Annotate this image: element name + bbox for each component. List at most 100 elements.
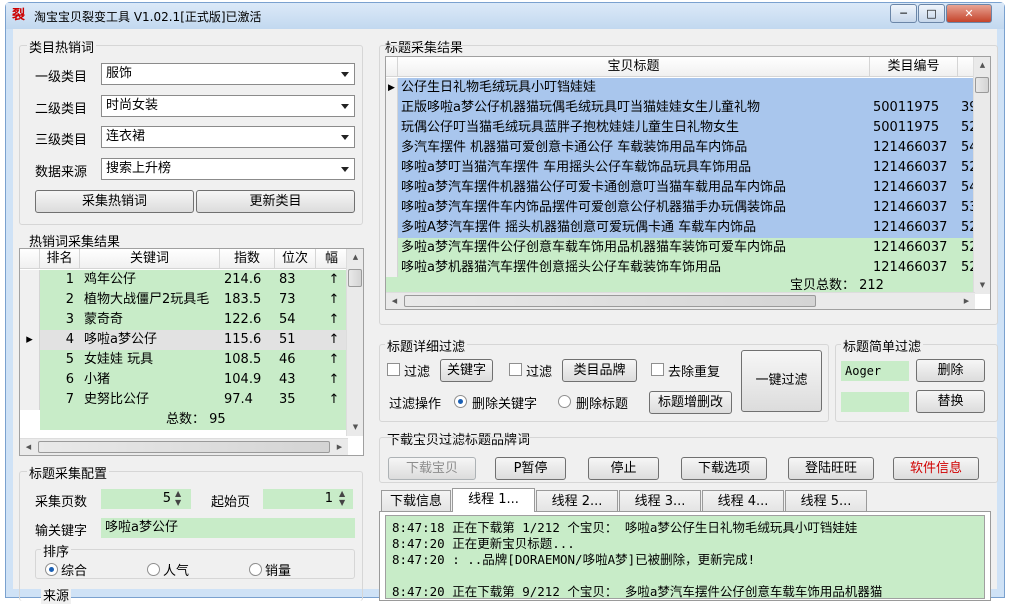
trend-up-icon: ↑ <box>328 392 340 407</box>
download-items-button[interactable]: 下载宝贝 <box>388 457 476 480</box>
col-change[interactable]: 幅 <box>316 249 348 269</box>
filter-brand-checkbox[interactable] <box>509 363 522 376</box>
col-title[interactable]: 宝贝标题 <box>398 57 870 77</box>
scroll-right-icon[interactable]: ▶ <box>331 439 348 455</box>
result-row[interactable]: ▶ 公仔生日礼物毛绒玩具小叮铛娃娃 <box>386 78 975 98</box>
hotword-rank: 4 <box>65 332 74 347</box>
source-title: 来源 <box>41 585 72 604</box>
category-brand-button[interactable]: 类目品牌 <box>562 359 637 382</box>
col-position[interactable]: 位次 <box>275 249 316 269</box>
pause-button[interactable]: P暂停 <box>495 457 566 480</box>
delete-keyword-radio[interactable] <box>454 395 467 408</box>
scroll-down-icon[interactable]: ▼ <box>347 419 363 436</box>
level3-label: 三级类目 <box>35 133 88 148</box>
hotword-row[interactable]: 5 女娃娃 玩具 108.5 46 ↑ <box>20 350 348 370</box>
results-vscroll[interactable]: ▲ ▼ <box>973 57 990 294</box>
software-info-button[interactable]: 软件信息 <box>893 457 979 480</box>
dedup-label: 去除重复 <box>668 365 721 380</box>
close-button[interactable]: ✕ <box>946 4 992 23</box>
start-spinner-icon[interactable]: ▲ ▼ <box>339 489 345 507</box>
hotword-index: 108.5 <box>224 352 262 367</box>
scroll-thumb[interactable] <box>38 441 330 453</box>
scroll-thumb[interactable] <box>975 77 989 93</box>
level3-select[interactable]: 连衣裙 <box>101 126 355 148</box>
trend-up-icon: ↑ <box>328 332 340 347</box>
detail-filter-title: 标题详细过滤 <box>385 336 468 355</box>
pages-label: 采集页数 <box>35 495 88 510</box>
keyword-input[interactable]: 哆啦a梦公仔 <box>101 518 355 538</box>
hotword-row[interactable]: 6 小猪 104.9 43 ↑ <box>20 370 348 390</box>
col-index[interactable]: 指数 <box>220 249 275 269</box>
hotword-row[interactable]: ▸ 4 哆啦a梦公仔 115.6 51 ↑ <box>20 330 348 350</box>
tab-thread-1[interactable]: 线程 1... <box>452 488 535 512</box>
tab-thread-4[interactable]: 线程 4... <box>702 490 784 512</box>
results-table[interactable]: 宝贝标题 类目编号 ▶ 公仔生日礼物毛绒玩具小叮铛娃娃 正版哆啦a梦公仔机器猫玩偶毛… <box>385 56 991 310</box>
sort-composite-radio[interactable] <box>45 563 58 576</box>
simple-filter-input-1[interactable]: Aoger <box>841 361 909 381</box>
result-row[interactable]: 哆啦a梦叮当猫汽车摆件 车用摇头公仔车载饰品玩具车饰用品12146603752 <box>386 158 975 178</box>
hotword-row[interactable]: 7 史努比公仔 97.4 35 ↑ <box>20 390 348 410</box>
level2-select[interactable]: 时尚女装 <box>101 95 355 117</box>
scroll-right-icon[interactable]: ▶ <box>958 293 975 309</box>
simple-filter-title: 标题简单过滤 <box>841 336 924 355</box>
result-row[interactable]: 哆啦a梦汽车摆件机器猫公仔可爱卡通创意叮当猫车载用品车内饰品 121466037 5… <box>386 178 975 198</box>
result-title: 公仔生日礼物毛绒玩具小叮铛娃娃 <box>401 80 597 95</box>
tab-thread-5[interactable]: 线程 5... <box>785 490 867 512</box>
minimize-button[interactable]: ─ <box>890 4 917 23</box>
hotwords-table[interactable]: 排名 关键词 指数 位次 幅 1 鸡年公仔 214.6 83 ↑ 2 植物大战僵尸2玩具毛 1… <box>19 248 364 456</box>
level1-select[interactable]: 服饰 <box>101 63 355 85</box>
thread-log[interactable]: 8:47:18 正在下载第 1/212 个宝贝： 哆啦a梦公仔生日礼物毛绒玩具小… <box>385 515 985 599</box>
delete-title-radio[interactable] <box>558 395 571 408</box>
source-select[interactable]: 搜索上升榜 <box>101 158 355 180</box>
result-row[interactable]: 哆啦a梦机器猫汽车摆件创意摇头公仔车载装饰车饰用品12146603752 <box>386 258 975 278</box>
hotword-position: 43 <box>279 372 296 387</box>
dedup-checkbox[interactable] <box>651 363 664 376</box>
result-row[interactable]: 多啦A梦汽车摆件 摇头机器猫创意可爱玩偶卡通 车载车内饰品12146603752 <box>386 218 975 238</box>
hotwords-hscroll[interactable]: ◀ ▶ <box>20 438 348 455</box>
download-options-button[interactable]: 下载选项 <box>681 457 767 480</box>
hotwords-header: 排名 关键词 指数 位次 幅 <box>20 249 363 269</box>
result-row[interactable]: 多汽车摆件 机器猫可爱创意卡通公仔 车载装饰用品车内饰品12146603754 <box>386 138 975 158</box>
level1-label: 一级类目 <box>35 70 88 85</box>
hotword-row[interactable]: 3 蒙奇奇 122.6 54 ↑ <box>20 310 348 330</box>
pages-spinner-icon[interactable]: ▲ ▼ <box>175 489 181 507</box>
col-rank[interactable]: 排名 <box>40 249 80 269</box>
replace-button[interactable]: 替换 <box>916 390 985 413</box>
sort-sales-radio[interactable] <box>249 563 262 576</box>
hotword-row[interactable]: 2 植物大战僵尸2玩具毛 183.5 73 ↑ <box>20 290 348 310</box>
keyword-button[interactable]: 关键字 <box>440 359 493 382</box>
scroll-left-icon[interactable]: ◀ <box>20 439 37 455</box>
hotword-row[interactable]: 1 鸡年公仔 214.6 83 ↑ <box>20 270 348 290</box>
col-catid[interactable]: 类目编号 <box>870 57 958 77</box>
stop-button[interactable]: 停止 <box>588 457 659 480</box>
hotwords-vscroll[interactable]: ▲ ▼ <box>346 249 363 436</box>
row-indicator <box>386 138 398 158</box>
delete-button[interactable]: 删除 <box>916 359 985 382</box>
corner-cell <box>386 57 398 77</box>
filter-brand-label: 过滤 <box>526 365 553 380</box>
collect-hotwords-button[interactable]: 采集热销词 <box>35 190 194 213</box>
one-key-filter-button[interactable]: 一键过滤 <box>741 350 822 412</box>
login-wangwang-button[interactable]: 登陆旺旺 <box>788 457 874 480</box>
tab-thread-2[interactable]: 线程 2... <box>536 490 618 512</box>
scroll-thumb[interactable] <box>348 269 362 287</box>
result-row[interactable]: 哆啦a梦汽车摆件车内饰品摆件可爱创意公仔机器猫手办玩偶装饰品 121466037 5… <box>386 198 975 218</box>
title-edit-button[interactable]: 标题增删改 <box>649 391 732 414</box>
update-category-button[interactable]: 更新类目 <box>196 190 355 213</box>
scroll-down-icon[interactable]: ▼ <box>974 277 990 294</box>
scroll-up-icon[interactable]: ▲ <box>974 57 990 74</box>
result-row[interactable]: 玩偶公仔叮当猫毛绒玩具蓝胖子抱枕娃娃儿童生日礼物女生5001197552 <box>386 118 975 138</box>
simple-filter-input-2[interactable] <box>841 392 909 412</box>
scroll-left-icon[interactable]: ◀ <box>386 293 403 309</box>
sort-popular-radio[interactable] <box>147 563 160 576</box>
tab-thread-3[interactable]: 线程 3... <box>619 490 701 512</box>
result-row[interactable]: 正版哆啦a梦公仔机器猫玩偶毛绒玩具叮当猫娃娃女生儿童礼物5001197539 <box>386 98 975 118</box>
tab-download-info[interactable]: 下载信息 <box>381 490 451 512</box>
maximize-button[interactable]: □ <box>918 4 945 23</box>
filter-keyword-checkbox[interactable] <box>387 363 400 376</box>
results-hscroll[interactable]: ◀ ▶ <box>386 292 975 309</box>
scroll-thumb[interactable] <box>404 295 816 307</box>
result-row[interactable]: 多啦a梦汽车摆件公仔创意车载车饰用品机器猫车装饰可爱车内饰品 121466037 5… <box>386 238 975 258</box>
scroll-up-icon[interactable]: ▲ <box>347 249 363 266</box>
col-keyword[interactable]: 关键词 <box>80 249 220 269</box>
